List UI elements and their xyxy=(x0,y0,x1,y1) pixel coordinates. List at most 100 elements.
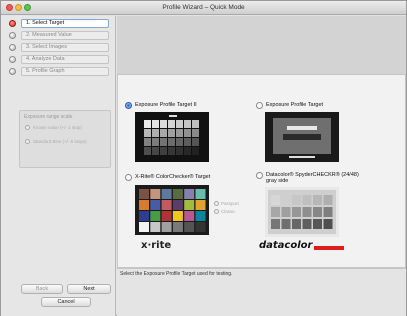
caption-area: Select the Exposure Profile Target used … xyxy=(117,268,406,316)
swatch xyxy=(139,200,149,210)
step-analyze-data[interactable]: 4. Analyze Data xyxy=(21,55,109,64)
swatch xyxy=(195,211,206,221)
back-button[interactable]: Back xyxy=(21,284,63,294)
target-option-colorchecker-label: X-Rite® ColorChecker® Target xyxy=(135,174,211,180)
swatch xyxy=(168,138,175,146)
swatch xyxy=(192,138,199,146)
swatch xyxy=(184,189,195,199)
swatch xyxy=(150,189,161,199)
radio-icon xyxy=(214,201,219,206)
swatch xyxy=(139,189,149,199)
radio-icon xyxy=(25,125,30,130)
target-option-ept[interactable]: Exposure Profile Target xyxy=(256,102,323,109)
swatch xyxy=(313,219,322,229)
exposure-range-title: Exposure range scale xyxy=(24,114,73,120)
radio-icon xyxy=(25,139,30,144)
step-select-target[interactable]: 1. Select Target xyxy=(21,19,109,28)
swatch xyxy=(161,200,172,210)
swatch xyxy=(302,219,312,229)
exposure-option-standard[interactable]: Standard Bins (+/- 6 stops) xyxy=(25,139,87,144)
swatch xyxy=(184,222,195,232)
step-measured-value[interactable]: 2. Measured Value xyxy=(21,31,109,40)
exposure-option-standard-label: Standard Bins (+/- 6 stops) xyxy=(33,139,87,144)
swatch xyxy=(195,200,206,210)
swatch xyxy=(139,211,149,221)
banner-area xyxy=(117,16,406,74)
exposure-option-known[interactable]: Known value (+/- 1 stop) xyxy=(25,125,82,130)
swatch xyxy=(192,147,199,155)
colorchecker-option-passport[interactable]: Passport xyxy=(214,201,239,206)
swatch xyxy=(161,222,172,232)
swatch xyxy=(192,120,199,128)
swatch xyxy=(139,222,149,232)
swatch xyxy=(271,207,280,217)
swatch xyxy=(184,147,191,155)
target-option-spydercheckr[interactable]: Datacolor® SpyderCHECKR® (24/48) gray si… xyxy=(256,172,366,184)
swatch xyxy=(176,120,183,128)
target-option-spydercheckr-label: Datacolor® SpyderCHECKR® (24/48) gray si… xyxy=(266,172,359,184)
spydercheckr-target-image[interactable] xyxy=(265,187,339,237)
target-option-ept-label: Exposure Profile Target xyxy=(266,102,324,108)
swatch xyxy=(144,147,151,155)
swatch xyxy=(150,200,161,210)
swatch xyxy=(168,147,175,155)
title-bar: Profile Wizard – Quick Mode xyxy=(1,1,406,15)
swatch xyxy=(160,147,167,155)
swatch xyxy=(195,189,206,199)
colorchecker-target-image[interactable] xyxy=(135,185,209,235)
swatch xyxy=(271,195,280,205)
target-option-colorchecker[interactable]: X-Rite® ColorChecker® Target xyxy=(125,174,210,181)
swatch xyxy=(144,138,151,146)
swatch xyxy=(281,219,291,229)
swatch xyxy=(152,147,159,155)
datacolor-logo: datacolor xyxy=(259,240,313,251)
swatch xyxy=(176,147,183,155)
ept-target-image[interactable] xyxy=(265,112,339,162)
wizard-sidebar: 1. Select Target 2. Measured Value 3. Se… xyxy=(1,16,116,316)
swatch xyxy=(313,195,322,205)
radio-icon xyxy=(256,172,263,179)
swatch xyxy=(144,120,151,128)
step-5-status-icon xyxy=(9,68,16,75)
swatch xyxy=(152,120,159,128)
step-2-status-icon xyxy=(9,32,16,39)
swatch xyxy=(292,195,301,205)
swatch xyxy=(292,219,301,229)
swatch xyxy=(160,120,167,128)
swatch xyxy=(184,200,195,210)
swatch xyxy=(152,138,159,146)
radio-icon xyxy=(214,209,219,214)
swatch xyxy=(168,120,175,128)
window-title: Profile Wizard – Quick Mode xyxy=(162,4,245,11)
swatch xyxy=(184,138,191,146)
profile-wizard-window: Profile Wizard – Quick Mode 1. Select Ta… xyxy=(0,0,407,316)
swatch xyxy=(150,222,161,232)
step-select-images[interactable]: 3. Select Images xyxy=(21,43,109,52)
ept2-target-image[interactable] xyxy=(135,112,209,162)
swatch xyxy=(323,219,333,229)
cancel-button[interactable]: Cancel xyxy=(41,297,91,307)
swatch xyxy=(168,129,175,137)
radio-selected-icon xyxy=(125,102,132,109)
caption-text: Select the Exposure Profile Target used … xyxy=(120,271,233,277)
swatch xyxy=(160,129,167,137)
target-option-ept2[interactable]: Exposure Profile Target II xyxy=(125,102,197,109)
swatch xyxy=(192,129,199,137)
colorchecker-option-classic[interactable]: Classic xyxy=(214,209,236,214)
step-profile-graph[interactable]: 5. Profile Graph xyxy=(21,67,109,76)
target-option-ept2-label: Exposure Profile Target II xyxy=(135,102,197,108)
swatch xyxy=(144,129,151,137)
swatch xyxy=(152,129,159,137)
next-button[interactable]: Next xyxy=(67,284,111,294)
swatch xyxy=(292,207,301,217)
swatch xyxy=(161,189,172,199)
swatch xyxy=(184,211,195,221)
swatch xyxy=(184,120,191,128)
radio-icon xyxy=(125,174,132,181)
swatch xyxy=(271,219,280,229)
xrite-logo: x·rite xyxy=(141,240,172,251)
datacolor-logo-bar xyxy=(314,246,344,250)
swatch xyxy=(172,222,183,232)
swatch xyxy=(281,207,291,217)
swatch xyxy=(176,138,183,146)
